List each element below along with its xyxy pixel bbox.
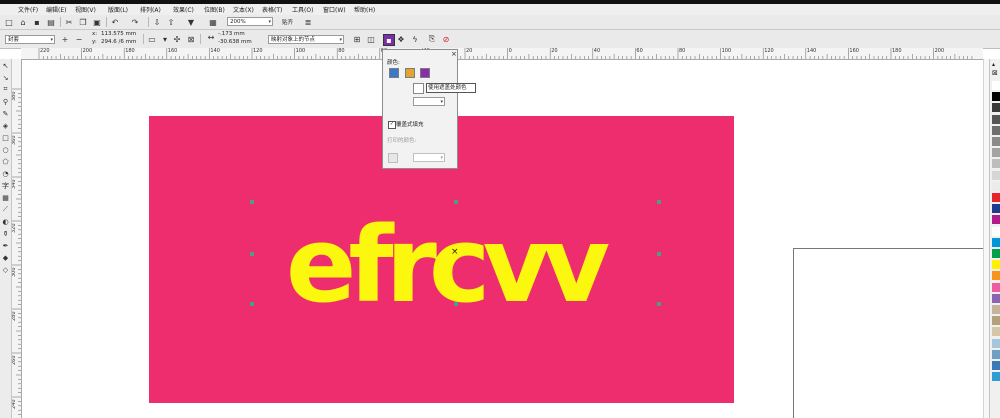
use-object-color-button[interactable]	[389, 68, 399, 78]
selection-handle[interactable]	[454, 200, 458, 204]
mask-color-select[interactable]: ▾	[413, 97, 445, 106]
palette-swatch[interactable]	[992, 204, 1000, 214]
selection-handle[interactable]	[250, 200, 254, 204]
chevron-down-icon: ▾	[440, 155, 443, 161]
no-color-icon[interactable]: ⊠	[992, 69, 998, 77]
palette-swatch[interactable]	[992, 327, 1000, 337]
selection-handle[interactable]	[657, 302, 661, 306]
palette-swatch[interactable]	[992, 114, 1000, 124]
palette-swatch[interactable]	[992, 316, 1000, 326]
color-palette: ▴ ⊠	[989, 59, 1000, 418]
palette-swatch[interactable]	[992, 137, 1000, 146]
palette-swatch[interactable]	[992, 92, 1000, 102]
selection-handle[interactable]	[657, 252, 661, 256]
palette-swatch[interactable]	[992, 260, 1000, 270]
center-mark-icon[interactable]: ×	[451, 248, 459, 257]
palette-swatch[interactable]	[992, 215, 1000, 225]
palette-swatch[interactable]	[992, 293, 1000, 303]
selection-handle[interactable]	[657, 200, 661, 204]
color-swatch[interactable]	[413, 83, 424, 94]
palette-swatch[interactable]	[992, 226, 1000, 236]
use-mask-color-button[interactable]	[420, 68, 430, 78]
palette-swatch[interactable]	[992, 148, 1000, 158]
palette-swatch[interactable]	[992, 159, 1000, 169]
palette-swatch[interactable]	[992, 271, 1000, 281]
palette-swatch[interactable]	[992, 282, 1000, 292]
print-color-select: ▾	[413, 153, 445, 162]
color-options-popup: × 颜色: ▾ ✓ 覆盖式填充 打印的颜色: ▾	[382, 49, 458, 169]
close-icon[interactable]: ×	[451, 50, 457, 58]
use-background-color-button[interactable]	[405, 68, 415, 78]
palette-swatch[interactable]	[992, 103, 1000, 113]
palette-swatch[interactable]	[992, 237, 1000, 247]
palette-scroll-up-icon[interactable]: ▴	[992, 61, 995, 68]
palette-swatch[interactable]	[992, 249, 1000, 258]
print-color-label: 打印的颜色:	[387, 138, 417, 144]
overprint-label: 覆盖式填充	[396, 122, 424, 128]
palette-swatch[interactable]	[992, 81, 1000, 90]
envelope-text[interactable]: efrcvv	[286, 204, 618, 326]
selection-handle[interactable]	[454, 302, 458, 306]
palette-swatch[interactable]	[992, 349, 1000, 359]
palette-swatch[interactable]	[992, 361, 1000, 370]
palette-swatch[interactable]	[992, 193, 1000, 202]
palette-swatch[interactable]	[992, 181, 1000, 191]
tooltip: 使用遮盖处颜色	[426, 83, 476, 93]
chevron-down-icon: ▾	[440, 99, 443, 105]
palette-swatch[interactable]	[992, 170, 1000, 180]
palette-swatch[interactable]	[992, 372, 1000, 382]
selection-handle[interactable]	[250, 252, 254, 256]
palette-swatch[interactable]	[992, 338, 1000, 348]
print-color-button	[388, 153, 398, 163]
palette-swatch[interactable]	[992, 305, 1000, 314]
selection-handle[interactable]	[250, 302, 254, 306]
palette-swatch[interactable]	[992, 125, 1000, 135]
artwork-layer: efrcvv	[286, 204, 618, 326]
color-section-label: 颜色:	[387, 60, 400, 66]
overprint-checkbox[interactable]: ✓	[388, 121, 396, 129]
